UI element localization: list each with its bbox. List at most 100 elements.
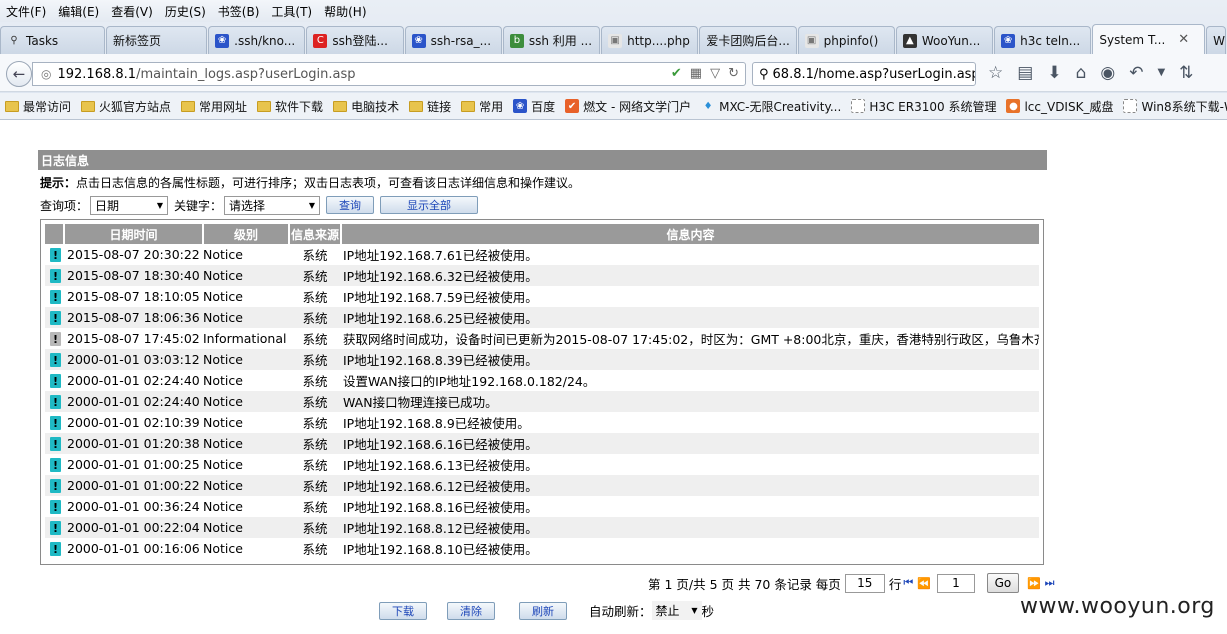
table-row[interactable]: ! 2000-01-01 03:03:12 Notice 系统 IP地址192.168.… xyxy=(45,349,1039,370)
notice-alert-icon: ! xyxy=(50,416,61,431)
table-row[interactable]: ! 2000-01-01 02:24:40 Notice 系统 设置WAN接口的IP地址… xyxy=(45,370,1039,391)
bookmark-item[interactable]: 常用 xyxy=(456,98,508,115)
table-row[interactable]: ! 2000-01-01 01:00:22 Notice 系统 IP地址192.168.… xyxy=(45,475,1039,496)
go-button[interactable]: Go xyxy=(986,573,1019,593)
message-cell: IP地址192.168.8.9已经被使用。 xyxy=(341,412,1039,433)
qr-code-icon[interactable]: ▦ xyxy=(690,66,702,81)
table-row[interactable]: ! 2000-01-01 02:10:39 Notice 系统 IP地址192.168.… xyxy=(45,412,1039,433)
menu-dropdown-icon[interactable]: ▼ xyxy=(1157,63,1165,83)
table-row[interactable]: ! 2015-08-07 18:10:05 Notice 系统 IP地址192.168.… xyxy=(45,286,1039,307)
first-page-icon[interactable]: ⏮ xyxy=(903,576,913,590)
level-icon-cell: ! xyxy=(45,244,64,265)
browser-tab[interactable]: b ssh 利用 ... xyxy=(502,26,601,54)
folder-icon xyxy=(333,100,348,112)
browser-tab[interactable]: 爱卡团购后台... xyxy=(699,26,797,54)
browser-tab[interactable]: ⚲ Tasks xyxy=(0,26,105,54)
menu-item[interactable]: 历史(S) xyxy=(159,0,212,22)
header-source[interactable]: 信息来源 xyxy=(289,224,342,244)
star-bookmark-icon[interactable]: ☆ xyxy=(988,63,1003,83)
tab-label: WooYun... xyxy=(921,33,981,48)
table-row[interactable]: ! 2000-01-01 01:00:25 Notice 系统 IP地址192.168.… xyxy=(45,454,1039,475)
show-all-button[interactable]: 显示全部 xyxy=(380,196,479,214)
query-field-select[interactable]: 日期 ▼ xyxy=(90,195,169,215)
notice-alert-icon: ! xyxy=(50,437,61,452)
menu-item[interactable]: 文件(F) xyxy=(0,0,52,22)
table-row[interactable]: ! 2015-08-07 17:45:02 Informational 系统 获取网络时… xyxy=(45,328,1039,349)
clear-button[interactable]: 清除 xyxy=(447,601,495,620)
query-button[interactable]: 查询 xyxy=(326,196,375,214)
table-row[interactable]: ! 2000-01-01 00:36:24 Notice 系统 IP地址192.168.… xyxy=(45,496,1039,517)
menu-item[interactable]: 帮助(H) xyxy=(318,0,372,22)
header-datetime[interactable]: 日期时间 xyxy=(64,224,204,244)
bookmark-item[interactable]: 链接 xyxy=(404,98,456,115)
home-icon[interactable]: ⌂ xyxy=(1076,63,1087,83)
dropdown-arrow-icon[interactable]: ▽ xyxy=(710,66,720,81)
auto-refresh-select[interactable]: 禁止 ▼ xyxy=(651,601,702,620)
browser-tab[interactable]: W xyxy=(1206,26,1226,54)
reload-icon[interactable]: ↻ xyxy=(728,66,739,81)
download-button[interactable]: 下载 xyxy=(379,601,427,620)
bookmark-item[interactable]: H3C ER3100 系统管理 xyxy=(846,98,1001,115)
browser-tab[interactable]: ▣ http....php xyxy=(601,26,699,54)
per-page-input[interactable]: 15 xyxy=(844,573,885,593)
page-number-input[interactable]: 1 xyxy=(936,573,975,593)
table-row[interactable]: ! 2000-01-01 02:24:40 Notice 系统 WAN接口物理连接已成功… xyxy=(45,391,1039,412)
blank-page-icon xyxy=(851,99,866,113)
menu-item[interactable]: 查看(V) xyxy=(105,0,159,22)
bookmark-item[interactable]: 火狐官方站点 xyxy=(76,98,176,115)
browser-tab[interactable]: System T... ✕ xyxy=(1092,24,1206,54)
chat-icon[interactable]: ◉ xyxy=(1100,63,1115,83)
notice-alert-icon: ! xyxy=(50,290,61,305)
download-icon[interactable]: ⬇ xyxy=(1047,63,1061,83)
browser-tab[interactable]: ❀ .ssh/kno... xyxy=(208,26,306,54)
menu-item[interactable]: 编辑(E) xyxy=(52,0,105,22)
header-level[interactable]: 级别 xyxy=(203,224,290,244)
browser-tab[interactable]: Cssh登陆... xyxy=(306,26,404,54)
prev-page-icon[interactable]: ⏪ xyxy=(917,577,931,590)
menu-item[interactable]: 书签(B) xyxy=(212,0,266,22)
undo-icon[interactable]: ↶ xyxy=(1129,63,1143,83)
extension-icon[interactable]: ⇅ xyxy=(1179,63,1193,83)
browser-tab[interactable]: ▲ WooYun... xyxy=(895,26,994,54)
refresh-button[interactable]: 刷新 xyxy=(519,601,567,620)
table-row[interactable]: ! 2015-08-07 18:30:40 Notice 系统 IP地址192.168.… xyxy=(45,265,1039,286)
tab-label: System T... xyxy=(1099,32,1166,47)
bookmark-item[interactable]: 软件下载 xyxy=(252,98,328,115)
table-row[interactable]: ! 2000-01-01 00:22:04 Notice 系统 IP地址192.168.… xyxy=(45,517,1039,538)
bookmark-item[interactable]: Win8系统下载-W xyxy=(1118,98,1227,115)
keyword-select[interactable]: 请选择 ▼ xyxy=(224,195,321,215)
browser-tab[interactable]: ▣ phpinfo() xyxy=(797,26,895,54)
back-button[interactable]: ← xyxy=(6,61,32,87)
bookmark-item[interactable]: ♦ MXC-无限Creativity... xyxy=(696,98,846,115)
level-cell: Notice xyxy=(203,370,289,391)
close-icon[interactable]: ✕ xyxy=(1178,32,1189,47)
bookmark-item[interactable]: ❀ 百度 xyxy=(508,98,560,115)
bookmark-item[interactable]: 常用网址 xyxy=(176,98,252,115)
green-b-icon: b xyxy=(509,33,524,48)
last-page-icon[interactable]: ⏭ xyxy=(1045,576,1055,590)
search-bar[interactable]: ⚲ 68.8.1/home.asp?userLogin.asp ➜ xyxy=(752,62,976,86)
shield-check-icon[interactable]: ✔ xyxy=(671,66,682,81)
browser-chrome: 文件(F) 编辑(E) 查看(V) 历史(S) 书签(B) 工具(T) 帮助(H) ⚲ Tas… xyxy=(0,0,1227,120)
bookmark-item[interactable]: 最常访问 xyxy=(0,98,76,115)
browser-tab[interactable]: ❀ ssh-rsa_... xyxy=(404,26,502,54)
bookmark-item[interactable]: 电脑技术 xyxy=(328,98,404,115)
checkmark-icon: ✔ xyxy=(565,99,580,113)
table-row[interactable]: ! 2015-08-07 20:30:22 Notice 系统 IP地址192.168.… xyxy=(45,244,1039,265)
reading-list-icon[interactable]: ▤ xyxy=(1017,63,1033,83)
browser-tab[interactable]: 新标签页 xyxy=(106,26,208,54)
table-row[interactable]: ! 2000-01-01 01:20:38 Notice 系统 IP地址192.168.… xyxy=(45,433,1039,454)
source-cell: 系统 xyxy=(289,517,341,538)
menu-item[interactable]: 工具(T) xyxy=(265,0,318,22)
bookmark-label: 常用网址 xyxy=(199,99,248,114)
bookmark-item[interactable]: ✔ 燃文 - 网络文学门户 xyxy=(560,98,696,115)
table-row[interactable]: ! 2000-01-01 00:16:06 Notice 系统 IP地址192.168.… xyxy=(45,538,1039,559)
browser-tab[interactable]: ❀ h3c teln... xyxy=(994,26,1092,54)
table-row[interactable]: ! 2015-08-07 18:06:36 Notice 系统 IP地址192.168.… xyxy=(45,307,1039,328)
header-message[interactable]: 信息内容 xyxy=(341,224,1039,244)
next-page-icon[interactable]: ⏩ xyxy=(1027,577,1041,590)
level-cell: Notice xyxy=(203,475,289,496)
address-bar[interactable]: ◎ 192.168.8.1/maintain_logs.asp?userLogi… xyxy=(32,62,746,86)
bottom-controls: 下载 清除 刷新 自动刷新： 禁止 ▼ 秒 xyxy=(379,601,714,620)
bookmark-item[interactable]: ● lcc_VDISK_威盘 xyxy=(1001,98,1118,115)
